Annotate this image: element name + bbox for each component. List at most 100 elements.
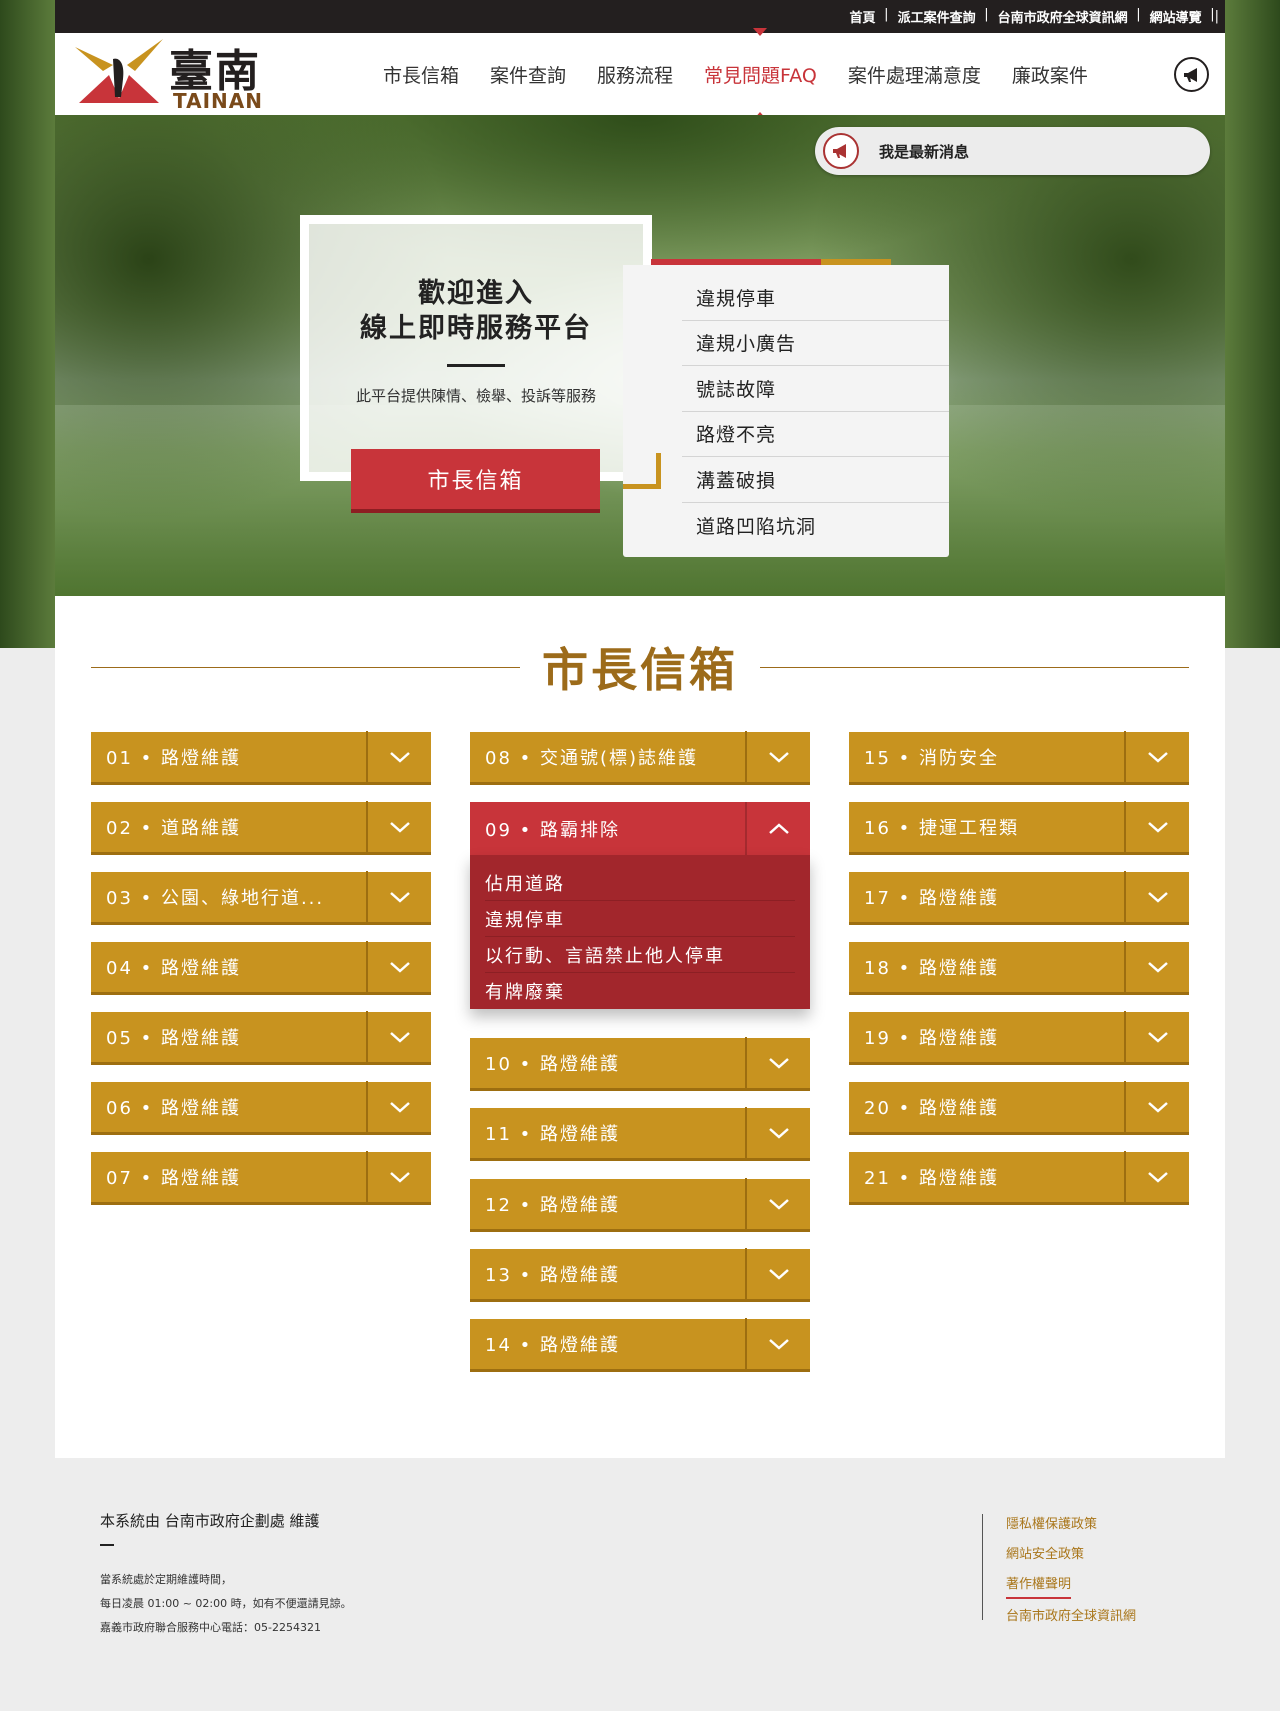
- nav-mayor-mailbox[interactable]: 市長信箱: [383, 61, 459, 88]
- latest-news-text: 我是最新消息: [879, 142, 970, 161]
- chevron-down-icon[interactable]: [745, 1106, 810, 1160]
- main-nav: 市長信箱 案件查詢 服務流程 常見問題FAQ 案件處理滿意度 廉政案件: [383, 27, 1088, 120]
- chevron-down-icon[interactable]: [366, 1150, 431, 1204]
- accordion-subitem-illegal-parking[interactable]: 違規停車: [485, 901, 795, 937]
- accordion-label: 02 • 道路維護: [106, 818, 241, 839]
- accordion-item[interactable]: 12 • 路燈維護: [470, 1177, 810, 1232]
- megaphone-icon: [1183, 67, 1197, 82]
- quick-link-signal-fault[interactable]: 號誌故障: [682, 366, 949, 412]
- chevron-down-icon[interactable]: [1124, 1010, 1189, 1064]
- quick-link-road-pothole[interactable]: 道路凹陷坑洞: [682, 503, 949, 549]
- nav-satisfaction[interactable]: 案件處理滿意度: [848, 61, 981, 88]
- accordion-label: 12 • 路燈維護: [485, 1195, 620, 1216]
- accordion-item[interactable]: 05 • 路燈維護: [91, 1010, 431, 1065]
- footer-link-city-portal[interactable]: 台南市政府全球資訊網: [1006, 1602, 1136, 1632]
- tainan-logo[interactable]: 臺南 TAINAN: [69, 35, 269, 113]
- chevron-up-icon[interactable]: [745, 802, 810, 855]
- quick-link-illegal-ads[interactable]: 違規小廣告: [682, 321, 949, 366]
- accordion-label: 16 • 捷運工程類: [864, 818, 1019, 839]
- accordion-item[interactable]: 19 • 路燈維護: [849, 1010, 1189, 1065]
- welcome-title: 歡迎進入 線上即時服務平台: [309, 276, 643, 346]
- top-link-city-portal[interactable]: 台南市政府全球資訊網: [987, 7, 1141, 26]
- quick-links-list: 違規停車 違規小廣告 號誌故障 路燈不亮 溝蓋破損 道路凹陷坑洞: [682, 275, 949, 548]
- chevron-down-icon[interactable]: [366, 940, 431, 994]
- accordion-label: 15 • 消防安全: [864, 748, 999, 769]
- nav-service-flow[interactable]: 服務流程: [597, 61, 673, 88]
- accordion-subitem-block-parking[interactable]: 以行動、言語禁止他人停車: [485, 937, 795, 973]
- site-footer: 本系統由 台南市政府企劃處 維護 當系統處於定期維護時間， 每日凌晨 01:00…: [0, 1458, 1280, 1711]
- quick-link-illegal-parking[interactable]: 違規停車: [682, 275, 949, 321]
- nav-integrity-cases[interactable]: 廉政案件: [1012, 61, 1088, 88]
- accordion-item-open[interactable]: 09 • 路霸排除: [470, 802, 810, 855]
- footer-links: 隱私權保護政策 網站安全政策 著作權聲明 台南市政府全球資訊網: [1006, 1510, 1136, 1632]
- accordion-item[interactable]: 01 • 路燈維護: [91, 730, 431, 785]
- top-link-dispatch-query[interactable]: 派工案件查詢: [887, 7, 989, 26]
- accordion-item[interactable]: 06 • 路燈維護: [91, 1080, 431, 1135]
- welcome-divider: [447, 364, 505, 367]
- accordion-open-panel: 佔用道路 違規停車 以行動、言語禁止他人停車 有牌廢棄: [470, 855, 810, 1009]
- accordion-item[interactable]: 15 • 消防安全: [849, 730, 1189, 785]
- accordion-item[interactable]: 13 • 路燈維護: [470, 1247, 810, 1302]
- accordion-item[interactable]: 17 • 路燈維護: [849, 870, 1189, 925]
- chevron-down-icon[interactable]: [366, 1010, 431, 1064]
- accordion-subitem-abandoned-vehicle[interactable]: 有牌廢棄: [485, 973, 795, 1009]
- megaphone-button[interactable]: [1174, 57, 1209, 92]
- chevron-down-icon[interactable]: [1124, 730, 1189, 784]
- chevron-down-icon[interactable]: [745, 730, 810, 784]
- accordion-item[interactable]: 03 • 公園、綠地行道...: [91, 870, 431, 925]
- mayor-mailbox-button[interactable]: 市長信箱: [351, 449, 600, 513]
- accordion-item[interactable]: 08 • 交通號(標)誌維護: [470, 730, 810, 785]
- footer-maintainer: 本系統由 台南市政府企劃處 維護: [100, 1512, 320, 1530]
- accordion-label: 07 • 路燈維護: [106, 1168, 241, 1189]
- footer-link-security[interactable]: 網站安全政策: [1006, 1540, 1136, 1570]
- accordion-label: 19 • 路燈維護: [864, 1028, 999, 1049]
- chevron-down-icon[interactable]: [1124, 1080, 1189, 1134]
- chevron-down-icon[interactable]: [745, 1247, 810, 1301]
- nav-faq[interactable]: 常見問題FAQ: [704, 27, 817, 120]
- site-header: 臺南 TAINAN 市長信箱 案件查詢 服務流程 常見問題FAQ 案件處理滿意度…: [55, 27, 1225, 120]
- accordion-label: 14 • 路燈維護: [485, 1335, 620, 1356]
- heading-line-right: [760, 666, 1189, 668]
- accordion-item[interactable]: 07 • 路燈維護: [91, 1150, 431, 1205]
- accordion-subitem-occupy-road[interactable]: 佔用道路: [485, 865, 795, 901]
- accordion-item[interactable]: 21 • 路燈維護: [849, 1150, 1189, 1205]
- chevron-down-icon[interactable]: [366, 870, 431, 924]
- accordion-item[interactable]: 11 • 路燈維護: [470, 1106, 810, 1161]
- accordion-item[interactable]: 04 • 路燈維護: [91, 940, 431, 995]
- latest-news-bar[interactable]: 我是最新消息: [815, 127, 1210, 175]
- chevron-down-icon[interactable]: [366, 730, 431, 784]
- accordion-item[interactable]: 18 • 路燈維護: [849, 940, 1189, 995]
- nav-case-query[interactable]: 案件查詢: [490, 61, 566, 88]
- chevron-down-icon[interactable]: [366, 800, 431, 854]
- footer-note: 當系統處於定期維護時間，: [100, 1573, 232, 1586]
- accordion-label: 04 • 路燈維護: [106, 958, 241, 979]
- accordion-label: 10 • 路燈維護: [485, 1054, 620, 1075]
- hero-banner: 我是最新消息 歡迎進入 線上即時服務平台 此平台提供陳情、檢舉、投訴等服務 違規…: [55, 115, 1225, 596]
- accordion-item[interactable]: 10 • 路燈維護: [470, 1036, 810, 1091]
- quick-link-streetlight-out[interactable]: 路燈不亮: [682, 412, 949, 457]
- chevron-down-icon[interactable]: [1124, 940, 1189, 994]
- footer-link-privacy[interactable]: 隱私權保護政策: [1006, 1510, 1136, 1540]
- chevron-down-icon[interactable]: [745, 1036, 810, 1090]
- chevron-down-icon[interactable]: [745, 1317, 810, 1371]
- welcome-title-line2: 線上即時服務平台: [360, 313, 592, 344]
- accordion-item[interactable]: 14 • 路燈維護: [470, 1317, 810, 1372]
- accordion-item[interactable]: 20 • 路燈維護: [849, 1080, 1189, 1135]
- chevron-down-icon[interactable]: [1124, 1150, 1189, 1204]
- footer-dash: [100, 1544, 114, 1546]
- top-link-sitemap[interactable]: 網站導覽: [1139, 7, 1215, 26]
- chevron-down-icon[interactable]: [366, 1080, 431, 1134]
- accordion-label: 01 • 路燈維護: [106, 748, 241, 769]
- accordion-item[interactable]: 16 • 捷運工程類: [849, 800, 1189, 855]
- chevron-down-icon[interactable]: [745, 1177, 810, 1231]
- accordion-label: 18 • 路燈維護: [864, 958, 999, 979]
- footer-divider: [982, 1514, 983, 1620]
- quick-link-drain-cover-damage[interactable]: 溝蓋破損: [682, 457, 949, 503]
- footer-link-copyright[interactable]: 著作權聲明: [1006, 1573, 1072, 1599]
- top-bar: 首頁 派工案件查詢 台南市政府全球資訊網 網站導覽 |: [55, 0, 1225, 33]
- chevron-down-icon[interactable]: [1124, 800, 1189, 854]
- top-link-home[interactable]: 首頁: [839, 7, 889, 26]
- accordion-item[interactable]: 02 • 道路維護: [91, 800, 431, 855]
- chevron-down-icon[interactable]: [1124, 870, 1189, 924]
- gold-corner-decoration: [623, 453, 661, 489]
